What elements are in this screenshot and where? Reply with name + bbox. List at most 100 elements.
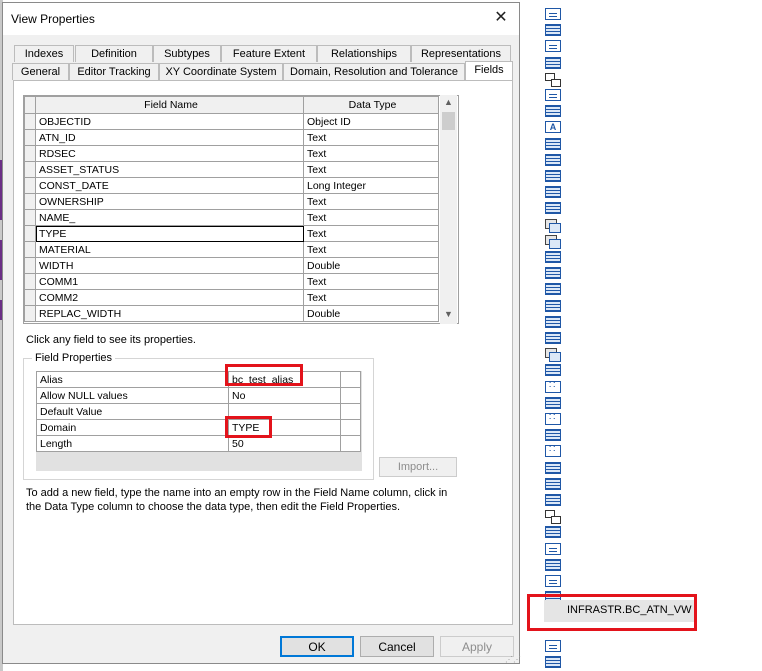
data-type-cell[interactable]: Text [303, 161, 439, 178]
data-type-cell[interactable]: Text [303, 193, 439, 210]
table-icon[interactable] [545, 558, 561, 571]
data-type-cell[interactable]: Text [303, 209, 439, 226]
scroll-down-icon[interactable]: ▼ [440, 307, 457, 322]
tab-general[interactable]: General [12, 63, 69, 80]
table-row[interactable]: RDSEC Text [24, 145, 439, 162]
table-icon[interactable] [545, 56, 561, 69]
points-icon[interactable] [545, 380, 561, 393]
field-name-cell[interactable]: MATERIAL [35, 241, 304, 258]
table-icon[interactable] [545, 315, 561, 328]
points-icon[interactable] [545, 444, 561, 458]
table-icon[interactable] [545, 396, 561, 409]
table-row[interactable]: COMM1 Text [24, 273, 439, 290]
table-row[interactable]: REPLAC_WIDTH Double [24, 305, 439, 322]
data-type-cell[interactable]: Text [303, 145, 439, 162]
property-value[interactable]: No [228, 387, 341, 404]
tab-fields[interactable]: Fields [465, 61, 513, 80]
view-icon[interactable] [545, 40, 561, 53]
row-selector[interactable] [24, 129, 36, 146]
data-type-cell[interactable]: Text [303, 289, 439, 306]
tab-feature-extent[interactable]: Feature Extent [221, 45, 317, 62]
cancel-button[interactable]: Cancel [360, 636, 434, 657]
row-selector[interactable] [24, 145, 36, 162]
table-icon[interactable] [545, 332, 561, 344]
property-row[interactable]: Length 50 [36, 435, 361, 452]
table-row[interactable]: COMM2 Text [24, 289, 439, 306]
points-icon[interactable] [545, 412, 561, 425]
duplicate-icon[interactable] [545, 234, 561, 249]
table-icon[interactable] [545, 494, 561, 506]
field-name-cell[interactable]: OBJECTID [35, 113, 304, 130]
view-icon[interactable] [545, 575, 561, 587]
field-name-cell[interactable]: WIDTH [35, 257, 304, 274]
annotation-icon[interactable]: A [545, 121, 561, 134]
row-selector[interactable] [24, 241, 36, 258]
field-name-cell[interactable]: COMM1 [35, 273, 304, 290]
table-icon[interactable] [545, 137, 561, 150]
data-type-cell[interactable]: Double [303, 257, 439, 274]
table-icon[interactable] [545, 364, 561, 377]
import-button[interactable]: Import... [379, 457, 457, 477]
tab-indexes[interactable]: Indexes [14, 45, 74, 62]
data-type-cell[interactable]: Text [303, 129, 439, 146]
scroll-thumb[interactable] [442, 112, 455, 130]
apply-button[interactable]: Apply [440, 636, 514, 657]
field-name-cell[interactable]: REPLAC_WIDTH [35, 305, 304, 322]
close-icon[interactable]: ✕ [487, 7, 515, 31]
view-icon[interactable] [545, 639, 561, 652]
row-selector[interactable] [24, 257, 36, 274]
field-name-cell[interactable]: OWNERSHIP [35, 193, 304, 210]
row-selector[interactable] [24, 289, 36, 306]
field-name-cell[interactable]: ATN_ID [35, 129, 304, 146]
table-row[interactable]: MATERIAL Text [24, 241, 439, 258]
field-name-cell[interactable]: CONST_DATE [35, 177, 304, 194]
field-name-cell[interactable]: RDSEC [35, 145, 304, 162]
field-name-cell[interactable]: COMM2 [35, 289, 304, 306]
tab-xy-coordinate-system[interactable]: XY Coordinate System [159, 63, 283, 80]
relationship-icon[interactable] [545, 72, 561, 87]
table-icon[interactable] [545, 267, 561, 280]
table-icon[interactable] [545, 186, 561, 199]
row-selector[interactable] [24, 225, 36, 242]
table-row[interactable]: ASSET_STATUS Text [24, 161, 439, 178]
tab-subtypes[interactable]: Subtypes [153, 45, 221, 62]
data-type-cell[interactable]: Double [303, 305, 439, 322]
row-selector[interactable] [24, 273, 36, 290]
table-row[interactable]: OWNERSHIP Text [24, 193, 439, 210]
view-icon[interactable] [545, 8, 561, 20]
column-header-data-type[interactable]: Data Type [303, 96, 439, 114]
tab-domain-resolution-and-tolerance[interactable]: Domain, Resolution and Tolerance [283, 63, 465, 80]
field-name-cell[interactable]: NAME_ [35, 209, 304, 226]
tab-relationships[interactable]: Relationships [317, 45, 411, 62]
table-icon[interactable] [545, 105, 561, 118]
table-icon[interactable] [545, 477, 561, 490]
table-icon[interactable] [545, 656, 561, 668]
ok-button[interactable]: OK [280, 636, 354, 657]
field-name-cell[interactable]: TYPE [35, 225, 304, 242]
table-row[interactable]: ATN_ID Text [24, 129, 439, 146]
row-selector[interactable] [24, 161, 36, 178]
view-icon[interactable] [545, 542, 561, 555]
row-selector[interactable] [24, 177, 36, 194]
scroll-up-icon[interactable]: ▲ [440, 95, 457, 110]
table-row[interactable]: TYPE Text [24, 225, 439, 242]
resize-grip-icon[interactable]: ⋰⋰ [505, 655, 521, 665]
field-name-cell[interactable]: ASSET_STATUS [35, 161, 304, 178]
table-icon[interactable] [545, 170, 561, 182]
table-icon[interactable] [545, 153, 561, 166]
property-row[interactable]: Domain TYPE [36, 419, 361, 436]
fields-table-scrollbar[interactable]: ▲ ▼ [440, 95, 457, 324]
property-row[interactable]: Default Value [36, 403, 361, 420]
table-icon[interactable] [545, 251, 561, 263]
view-icon[interactable] [545, 89, 561, 101]
table-row[interactable]: NAME_ Text [24, 209, 439, 226]
data-type-cell[interactable]: Object ID [303, 113, 439, 130]
table-icon[interactable] [545, 24, 561, 37]
tab-representations[interactable]: Representations [411, 45, 511, 62]
tab-editor-tracking[interactable]: Editor Tracking [69, 63, 159, 80]
table-icon[interactable] [545, 202, 561, 215]
relationship-icon[interactable] [545, 510, 561, 525]
table-icon[interactable] [545, 429, 561, 442]
data-type-cell[interactable]: Text [303, 241, 439, 258]
property-row[interactable]: Alias bc_test_alias [36, 371, 361, 388]
